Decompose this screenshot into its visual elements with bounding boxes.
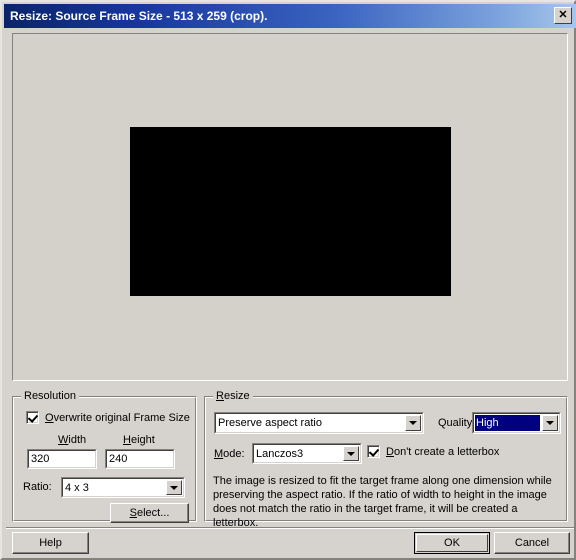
- bottom-separator: [6, 527, 574, 529]
- width-label: Width: [58, 434, 86, 446]
- chevron-down-icon[interactable]: [542, 415, 558, 431]
- ok-button[interactable]: OK: [414, 532, 490, 554]
- chevron-down-icon[interactable]: [166, 480, 182, 495]
- accel-char: S: [129, 507, 137, 519]
- quality-value: High: [475, 415, 540, 431]
- accel-char: D: [386, 445, 394, 458]
- accel-char: O: [45, 411, 54, 424]
- label-rest: verwrite original Frame Size: [53, 411, 190, 424]
- chevron-down-icon[interactable]: [343, 446, 359, 461]
- resolution-group: Resolution Overwrite original Frame Size…: [12, 390, 197, 523]
- quality-combobox[interactable]: High: [472, 412, 561, 434]
- cancel-button-label: Cancel: [514, 537, 550, 549]
- select-ratio-button[interactable]: Select...: [110, 503, 189, 523]
- ratio-combobox[interactable]: 4 x 3: [61, 477, 185, 498]
- title-bar[interactable]: Resize: Source Frame Size - 513 x 259 (c…: [4, 4, 576, 28]
- mode-value: Lanczos3: [256, 447, 304, 460]
- overwrite-frame-size-checkbox[interactable]: Overwrite original Frame Size: [26, 411, 190, 424]
- accel-char: H: [123, 434, 131, 446]
- accel-char: M: [214, 448, 224, 460]
- ratio-label: Ratio:: [23, 481, 52, 493]
- resize-method-combobox[interactable]: Preserve aspect ratio: [214, 412, 424, 434]
- resize-method-value: Preserve aspect ratio: [218, 417, 322, 429]
- label-rest: ode:: [223, 448, 245, 460]
- window-title: Resize: Source Frame Size - 513 x 259 (c…: [10, 9, 268, 23]
- resize-group: Resize Preserve aspect ratio Quality: Hi…: [204, 390, 568, 529]
- mode-combobox[interactable]: Lanczos3: [252, 443, 362, 464]
- image-preview-panel[interactable]: [12, 33, 568, 381]
- no-letterbox-checkbox[interactable]: Don't create a letterbox: [367, 445, 499, 458]
- resolution-group-label: Resolution: [21, 390, 79, 402]
- cancel-button[interactable]: Cancel: [494, 532, 570, 554]
- ok-button-label: OK: [444, 537, 460, 549]
- resize-dialog-window: Resize: Source Frame Size - 513 x 259 (c…: [0, 0, 576, 560]
- label-rest: esize: [223, 390, 250, 402]
- quality-label: Quality:: [438, 417, 476, 429]
- accel-char: R: [216, 390, 224, 402]
- resize-description: The image is resized to fit the target f…: [213, 475, 552, 529]
- select-button-label: Select...: [130, 507, 170, 519]
- no-letterbox-label: Don't create a letterbox: [386, 446, 499, 458]
- height-label: Height: [123, 434, 155, 446]
- checkbox-box-icon: [26, 411, 39, 424]
- resize-group-label: Resize: [213, 390, 253, 402]
- chevron-down-icon[interactable]: [405, 415, 421, 431]
- label-rest: eight: [130, 434, 155, 446]
- preview-frame-image: [130, 127, 451, 296]
- height-input[interactable]: 240: [105, 449, 175, 469]
- overwrite-frame-size-label: Overwrite original Frame Size: [45, 412, 190, 424]
- label-rest: idth: [68, 434, 87, 446]
- help-button[interactable]: Help: [12, 532, 89, 554]
- accel-char: W: [58, 434, 69, 446]
- close-x-icon: ✕: [558, 9, 568, 21]
- mode-label: Mode:: [214, 448, 245, 460]
- close-button[interactable]: ✕: [554, 7, 572, 24]
- width-input[interactable]: 320: [27, 449, 97, 469]
- label-rest: on't create a letterbox: [393, 445, 500, 458]
- label-rest: elect...: [136, 507, 170, 519]
- help-button-label: Help: [39, 537, 62, 549]
- ratio-value: 4 x 3: [65, 481, 89, 494]
- checkbox-box-icon: [367, 445, 380, 458]
